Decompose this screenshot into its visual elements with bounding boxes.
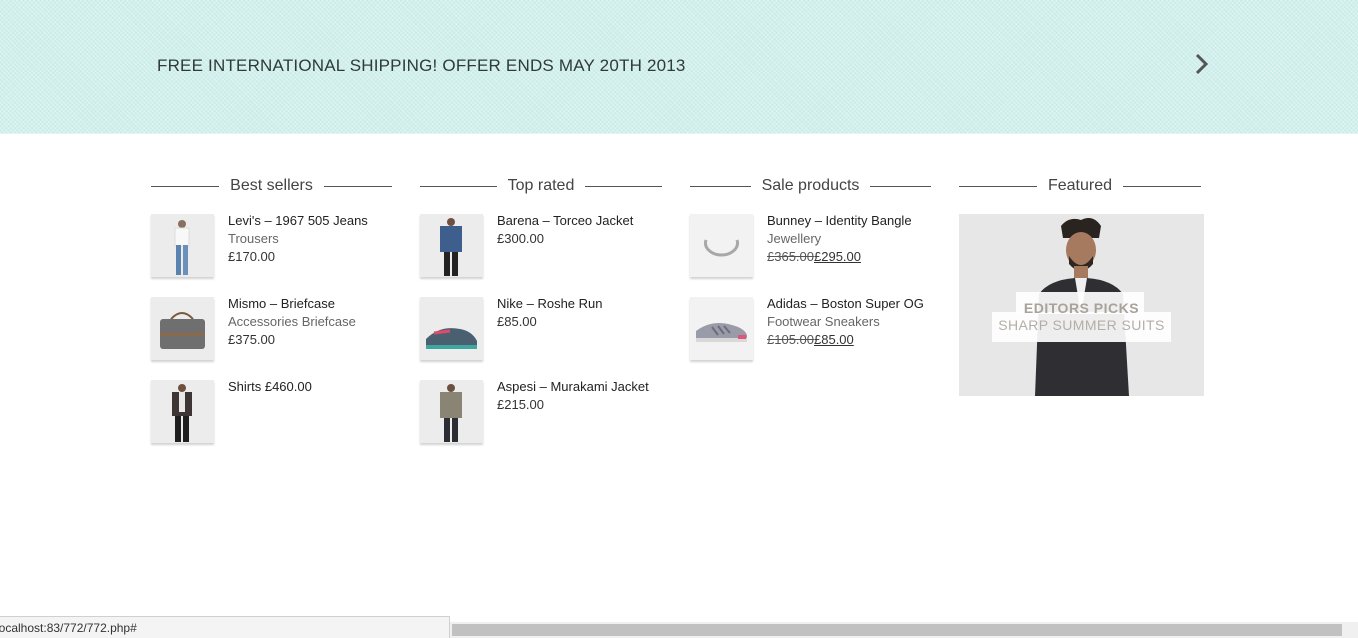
- product-thumbnail[interactable]: [420, 297, 483, 360]
- list-item[interactable]: Mismo – Briefcase Accessories Briefcase …: [151, 295, 392, 380]
- sale-products-column: Sale products Bunney – Identity Bangle J…: [690, 175, 931, 380]
- old-price: £365.00: [767, 249, 814, 264]
- product-category[interactable]: Footwear Sneakers: [767, 313, 924, 331]
- best-sellers-column: Best sellers Levi's – 1967 505 Jeans Tro…: [151, 175, 392, 463]
- list-item[interactable]: Barena – Torceo Jacket £300.00: [420, 212, 662, 297]
- product-price: £215.00: [497, 397, 544, 412]
- product-thumbnail[interactable]: [151, 380, 214, 443]
- product-name-link[interactable]: Adidas – Boston Super OG: [767, 295, 924, 313]
- banner-next-button[interactable]: [1188, 50, 1216, 78]
- old-price: £105.00: [767, 332, 814, 347]
- product-thumbnail[interactable]: [690, 297, 753, 360]
- product-name-link[interactable]: Shirts £460.00: [228, 378, 312, 396]
- horizontal-scrollbar-thumb[interactable]: [452, 624, 1342, 636]
- product-price: £105.00£85.00: [767, 331, 924, 349]
- product-thumbnail[interactable]: [690, 214, 753, 277]
- banner-text: FREE INTERNATIONAL SHIPPING! OFFER ENDS …: [157, 56, 686, 75]
- product-price: £365.00£295.00: [767, 248, 912, 266]
- product-name-link[interactable]: Aspesi – Murakami Jacket: [497, 378, 649, 396]
- product-thumbnail[interactable]: [420, 380, 483, 443]
- product-name-link[interactable]: Levi's – 1967 505 Jeans: [228, 212, 368, 230]
- product-thumbnail[interactable]: [151, 214, 214, 277]
- list-item[interactable]: Levi's – 1967 505 Jeans Trousers £170.00: [151, 212, 392, 297]
- list-item[interactable]: Bunney – Identity Bangle Jewellery £365.…: [690, 212, 931, 297]
- column-title: Top rated: [420, 175, 662, 197]
- column-title: Sale products: [690, 175, 931, 197]
- product-name-link[interactable]: Barena – Torceo Jacket: [497, 212, 633, 230]
- product-thumbnail[interactable]: [151, 297, 214, 360]
- promo-line-1: EDITORS PICKS: [1023, 300, 1140, 316]
- sale-price: £85.00: [814, 332, 854, 347]
- column-title: Featured: [959, 175, 1201, 197]
- chevron-right-icon: [1195, 53, 1209, 75]
- product-price: £85.00: [497, 314, 537, 329]
- promo-line-2: SHARP SUMMER SUITS: [998, 317, 1165, 333]
- promo-banner: FREE INTERNATIONAL SHIPPING! OFFER ENDS …: [0, 0, 1358, 134]
- status-bar-url: localhost:83/772/772.php#: [0, 616, 450, 638]
- product-price: £375.00: [228, 332, 275, 347]
- list-item[interactable]: Adidas – Boston Super OG Footwear Sneake…: [690, 295, 931, 380]
- list-item[interactable]: Nike – Roshe Run £85.00: [420, 295, 662, 380]
- sale-price: £295.00: [814, 249, 861, 264]
- product-price: £300.00: [497, 231, 544, 246]
- list-item[interactable]: Shirts £460.00: [151, 378, 392, 463]
- product-price: £170.00: [228, 249, 275, 264]
- product-name-link[interactable]: Mismo – Briefcase: [228, 295, 356, 313]
- product-thumbnail[interactable]: [420, 214, 483, 277]
- featured-column: Featured EDITORS PICKS SHARP SUMMER SUIT…: [959, 175, 1204, 405]
- list-item[interactable]: Aspesi – Murakami Jacket £215.00: [420, 378, 662, 463]
- top-rated-column: Top rated Barena – Torceo Jacket £300.00: [420, 175, 662, 463]
- product-category[interactable]: Accessories Briefcase: [228, 313, 356, 331]
- product-category[interactable]: Jewellery: [767, 230, 912, 248]
- product-name-link[interactable]: Bunney – Identity Bangle: [767, 212, 912, 230]
- product-name-link[interactable]: Nike – Roshe Run: [497, 295, 603, 313]
- product-category[interactable]: Trousers: [228, 230, 368, 248]
- column-title: Best sellers: [151, 175, 392, 197]
- featured-banner-image[interactable]: EDITORS PICKS SHARP SUMMER SUITS: [959, 214, 1204, 396]
